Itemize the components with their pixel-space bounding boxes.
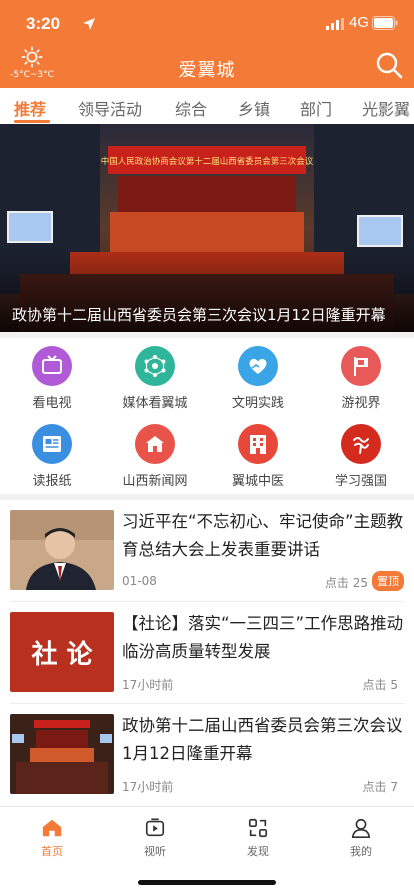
news-title: 【社论】落实“一三四三”工作思路推动临汾高质量转型发展 [122,614,404,661]
cellular-signal-icon [326,18,344,30]
xuexi-logo-icon [341,424,381,464]
shortcut-media-yicheng[interactable]: 媒体看翼城 [110,346,200,414]
home-icon [42,819,62,837]
shortcut-shanxi-news[interactable]: 山西新闻网 [110,424,200,492]
nav-home[interactable]: 首页 [17,817,87,859]
battery-icon [372,16,398,30]
app-header: 3:20 4G -5°C~3°C 爱翼城 [0,0,414,88]
shortcut-watch-tv[interactable]: 看电视 [7,346,97,414]
hospital-icon [238,424,278,464]
tab-light-shadow[interactable]: 光影翼 [362,96,410,120]
newspaper-icon [32,424,72,464]
shortcut-yicheng-tcm[interactable]: 翼城中医 [213,424,303,492]
news-date: 01-08 [122,574,157,588]
shortcut-label: 山西新闻网 [122,474,188,489]
banner-carousel[interactable]: 中国人民政治协商会议第十二届山西省委员会第三次会议 政协第十二届山西省委员会第三… [0,124,414,332]
tv-icon [32,346,72,386]
nav-label: 我的 [350,845,372,858]
nav-label: 发现 [247,845,269,858]
search-icon[interactable] [374,50,404,80]
news-date: 17小时前 [122,678,174,692]
tab-leader-activities[interactable]: 领导活动 [78,96,142,120]
news-title: 政协第十二届山西省委员会第三次会议1月12日隆重开幕 [122,716,403,763]
home-indicator [138,880,276,885]
nav-label: 视听 [144,845,166,858]
news-date: 17小时前 [122,780,174,794]
tab-general[interactable]: 综合 [175,96,207,120]
shortcut-label: 文明实践 [231,396,284,411]
tab-departments[interactable]: 部门 [300,96,332,120]
shortcut-label: 媒体看翼城 [122,396,188,411]
nav-discover[interactable]: 发现 [223,817,293,859]
active-tab-indicator [14,120,50,123]
user-icon [351,818,371,838]
banner-image: 中国人民政治协商会议第十二届山西省委员会第三次会议 [0,124,414,332]
shortcut-label: 游视界 [341,396,381,411]
nav-label: 首页 [41,845,63,858]
video-icon [145,818,165,837]
pinned-badge: 置顶 [372,571,404,591]
shortcut-grid: 看电视 媒体看翼城 文明实践 游视界 读报纸 山西新闻网 翼城中医 学习强国 [0,338,414,494]
news-item[interactable]: 政协第十二届山西省委员会第三次会议1月12日隆重开幕 17小时前 点击 7 [0,704,414,806]
tab-towns[interactable]: 乡镇 [238,96,270,120]
news-item[interactable]: 社 论 【社论】落实“一三四三”工作思路推动临汾高质量转型发展 17小时前 点击… [0,602,414,704]
shortcut-xuexi-qiangguo[interactable]: 学习强国 [316,424,406,492]
banner-caption: 政协第十二届山西省委员会第三次会议1月12日隆重开幕 [12,306,386,324]
news-item[interactable]: 习近平在“不忘初心、牢记使命”主题教育总结大会上发表重要讲话 01-08 点击 … [0,500,414,602]
news-thumbnail [10,714,114,794]
shortcut-label: 翼城中医 [231,474,284,489]
tab-recommend[interactable]: 推荐 [14,96,46,120]
status-time: 3:20 [26,14,61,33]
shortcut-tour-world[interactable]: 游视界 [316,346,406,414]
news-view-count: 点击 25 [324,576,368,590]
building-icon [135,424,175,464]
shortcut-label: 学习强国 [334,474,387,489]
news-title: 习近平在“不忘初心、牢记使命”主题教育总结大会上发表重要讲话 [122,512,404,559]
news-thumbnail: 社 论 [10,612,114,692]
heart-hands-icon [238,346,278,386]
news-list: 习近平在“不忘初心、牢记使命”主题教育总结大会上发表重要讲话 01-08 点击 … [0,500,414,806]
nav-audiovisual[interactable]: 视听 [120,817,190,859]
location-arrow-icon [83,18,95,30]
shortcut-civilization-practice[interactable]: 文明实践 [213,346,303,414]
status-bar: 3:20 4G [0,0,414,48]
news-thumbnail [10,510,114,590]
shortcut-label: 看电视 [32,396,72,411]
shortcut-read-newspaper[interactable]: 读报纸 [7,424,97,492]
stage-banner-text: 中国人民政治协商会议第十二届山西省委员会第三次会议 [101,156,314,167]
network-icon [135,346,175,386]
network-type: 4G [349,14,370,31]
editorial-thumb-text: 社 论 [31,640,93,670]
shortcut-label: 读报纸 [32,474,72,489]
news-view-count: 点击 5 [362,678,398,692]
category-tabs: 推荐 领导活动 综合 乡镇 部门 光影翼 [0,88,414,124]
flag-icon [341,346,381,386]
app-title: 爱翼城 [178,60,236,81]
nav-mine[interactable]: 我的 [326,817,396,859]
news-view-count: 点击 7 [362,780,398,794]
discover-icon [248,818,268,838]
